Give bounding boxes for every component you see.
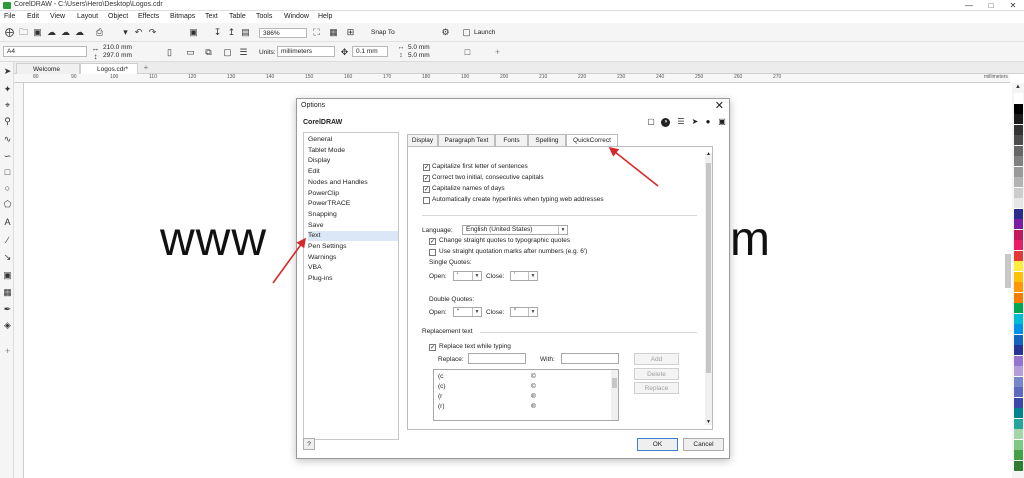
annotation-arrows xyxy=(272,147,659,284)
arrow-to-text-item xyxy=(272,237,306,284)
arrow-to-quickcorrect-tab xyxy=(608,147,659,187)
